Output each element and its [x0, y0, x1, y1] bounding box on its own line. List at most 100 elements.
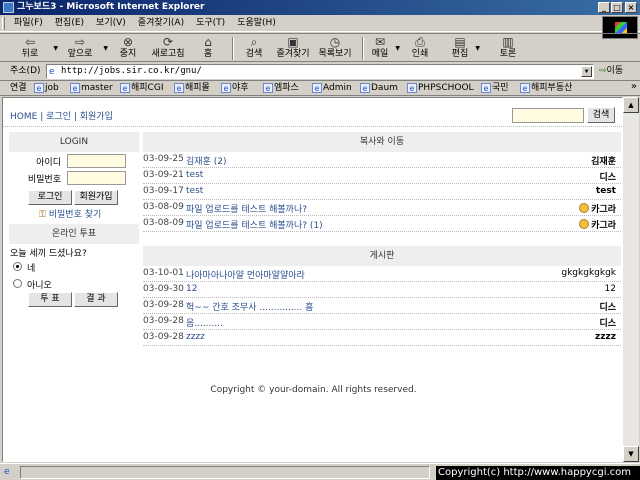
site-search-button[interactable]: 검색: [587, 107, 615, 123]
history-button[interactable]: ◷ 목록보기: [316, 36, 354, 62]
row-divider: [143, 297, 621, 298]
row-subject-link[interactable]: 12: [186, 284, 197, 294]
vote-button[interactable]: 투 표: [28, 292, 72, 307]
favorites-folder-icon: ▣: [287, 35, 299, 49]
back-arrow-icon: ⇦: [24, 35, 36, 49]
maximize-button[interactable]: □: [611, 2, 623, 13]
refresh-button[interactable]: ⟳ 새로고침: [148, 36, 188, 62]
row-divider: [143, 281, 621, 282]
close-button[interactable]: ×: [625, 2, 637, 13]
row-author-name: 12: [604, 284, 616, 294]
favorites-button[interactable]: ▣ 즐겨찾기: [274, 36, 312, 62]
link-kookmin[interactable]: e 국민: [481, 82, 509, 95]
menu-help[interactable]: 도움말(H): [231, 15, 282, 32]
edit-button[interactable]: ▤ 편집 ▼: [448, 36, 480, 62]
link-master[interactable]: e master: [70, 82, 113, 95]
id-field[interactable]: [67, 154, 126, 168]
row-subject-link[interactable]: test: [186, 170, 203, 180]
row-divider: [143, 215, 621, 216]
minimize-button[interactable]: _: [598, 2, 610, 13]
row-subject-link[interactable]: 음..........: [186, 316, 223, 329]
discuss-button[interactable]: ▥ 토론: [496, 36, 520, 62]
link-empas[interactable]: e 엠파스: [263, 82, 299, 95]
row-date: 03-10-01: [143, 268, 184, 278]
row-subject-link[interactable]: test: [186, 186, 203, 196]
page-icon: e: [49, 67, 55, 77]
link-daum[interactable]: e Daum: [360, 82, 398, 95]
row-subject-link[interactable]: 파일 업로드를 테스트 해볼까나? (1): [186, 218, 323, 231]
board-general-title: 게시판: [143, 246, 621, 266]
address-dropdown-button[interactable]: ▼: [581, 66, 592, 77]
go-button[interactable]: ⇨이동: [599, 65, 623, 78]
row-subject-link[interactable]: 김재훈 (2): [186, 154, 226, 167]
login-button[interactable]: 로그인: [28, 190, 72, 205]
link-admin[interactable]: e Admin: [312, 82, 352, 95]
row-author: 디스: [599, 316, 616, 329]
password-label: 비밀번호: [27, 175, 61, 185]
scroll-up-button[interactable]: ▲: [623, 97, 639, 113]
links-more-icon[interactable]: »: [631, 81, 637, 92]
row-author: test: [596, 186, 616, 196]
page-content: HOME | 로그인 | 회원가입 검색 LOGIN 아이디 비밀번호 로그인 …: [2, 97, 623, 462]
toolbar-separator: [362, 37, 364, 60]
home-button[interactable]: ⌂ 홈: [196, 36, 220, 62]
chevron-down-icon[interactable]: ▼: [395, 45, 400, 52]
refresh-icon: ⟳: [162, 35, 174, 49]
nav-separator: |: [40, 112, 44, 122]
address-input[interactable]: e http://jobs.sir.co.kr/gnu/ ▼: [46, 64, 594, 79]
menu-edit[interactable]: 편집(E): [49, 15, 90, 32]
find-password-link[interactable]: ⚿ 비밀번호 찾기: [39, 207, 101, 220]
chevron-down-icon[interactable]: ▼: [475, 45, 480, 52]
row-date: 03-09-25: [143, 154, 184, 164]
row-author: zzzz: [595, 332, 616, 342]
row-author-name: 디스: [599, 303, 616, 313]
back-button[interactable]: ⇦ 뒤로 ▼: [10, 35, 58, 62]
password-field[interactable]: [67, 171, 126, 185]
menu-file[interactable]: 파일(F): [8, 15, 49, 32]
mail-button[interactable]: ✉ 메일 ▼: [368, 35, 400, 62]
row-author-name: 디스: [599, 319, 616, 329]
nav-home-link[interactable]: HOME: [10, 112, 37, 122]
link-icon: e: [221, 83, 231, 93]
row-date: 03-09-28: [143, 332, 184, 342]
links-bar: 연결 e job e master e 해피CGI e 해피몰 e 야후 e 엠파스 e Ad…: [0, 80, 640, 96]
row-date: 03-09-30: [143, 284, 184, 294]
link-happymall[interactable]: e 해피몰: [174, 82, 210, 95]
join-button[interactable]: 회원가입: [74, 190, 118, 205]
mail-icon: ✉: [374, 35, 386, 49]
row-date: 03-08-09: [143, 202, 184, 212]
row-subject-link[interactable]: 나아마아나아얄 먼아마얄얄아라: [186, 268, 305, 281]
row-date: 03-08-09: [143, 218, 184, 228]
chevron-down-icon[interactable]: ▼: [103, 45, 108, 52]
link-icon: e: [407, 83, 417, 93]
scroll-down-button[interactable]: ▼: [623, 446, 639, 462]
stop-button[interactable]: ⊗ 중지: [114, 36, 142, 62]
link-job[interactable]: e job: [34, 82, 59, 95]
link-phpschool[interactable]: e PHPSCHOOL: [407, 82, 474, 95]
poll-option-yes-radio[interactable]: [13, 262, 22, 271]
vertical-scrollbar[interactable]: ▲ ▼: [623, 97, 639, 462]
nav-login-link[interactable]: 로그인: [46, 112, 71, 122]
row-subject-link[interactable]: 파일 업로드를 테스트 해볼까나?: [186, 202, 307, 215]
row-subject-link[interactable]: 헉~~ 간호 조무사 ............... 흠: [186, 300, 313, 313]
standard-toolbar: ⇦ 뒤로 ▼ ⇨ 앞으로 ▼ ⊗ 중지 ⟳ 새로고침 ⌂ 홈 ⌕ 검색 ▣ 즐겨찾기 ◷ 목록보기 …: [0, 33, 640, 62]
link-happy-realestate[interactable]: e 해피부동산: [520, 82, 572, 95]
link-happycgi[interactable]: e 해피CGI: [120, 82, 163, 95]
menu-view[interactable]: 보기(V): [90, 15, 132, 32]
print-button[interactable]: ⎙ 인쇄: [408, 36, 432, 62]
poll-option-no-radio[interactable]: [13, 279, 22, 288]
nav-join-link[interactable]: 회원가입: [80, 112, 113, 122]
forward-button[interactable]: ⇨ 앞으로 ▼: [60, 36, 108, 62]
window-title-bar[interactable]: 그누보드3 - Microsoft Internet Explorer _ □ …: [0, 0, 640, 15]
chevron-down-icon[interactable]: ▼: [53, 45, 58, 52]
stop-icon: ⊗: [122, 35, 134, 49]
menu-favorites[interactable]: 즐겨찾기(A): [132, 15, 190, 32]
poll-result-button[interactable]: 결 과: [74, 292, 118, 307]
member-icon: [579, 219, 590, 229]
row-author-name: zzzz: [595, 332, 616, 342]
search-toolbar-button[interactable]: ⌕ 검색: [240, 36, 268, 62]
link-yahoo[interactable]: e 야후: [221, 82, 249, 95]
menu-tools[interactable]: 도구(T): [190, 15, 231, 32]
site-search-input[interactable]: [512, 108, 584, 123]
row-subject-link[interactable]: zzzz: [186, 332, 205, 342]
